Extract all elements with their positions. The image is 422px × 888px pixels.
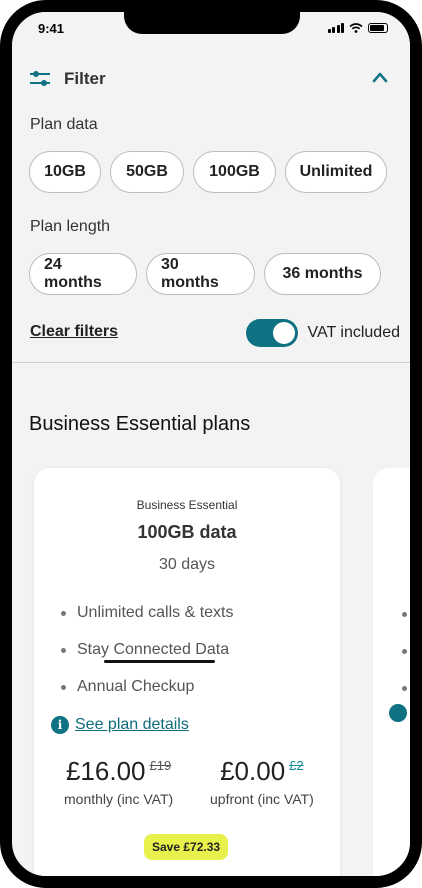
plans-heading: Business Essential plans [29,413,251,435]
chip-10gb[interactable]: 10GB [29,151,101,193]
monthly-price-block: £16.00 £19 monthly (inc VAT) [64,756,173,807]
vat-label: VAT included [307,324,401,341]
plan-details-label: See plan details [75,716,189,733]
chip-50gb[interactable]: 50GB [110,151,184,193]
monthly-old-price: £19 [149,758,172,773]
status-time: 9:41 [38,21,65,36]
peek-bullet [402,649,407,654]
card-title: 100GB data [137,522,237,542]
chip-100gb[interactable]: 100GB [193,151,276,193]
peek-bullet [402,612,407,617]
chip-36-months[interactable]: 36 months [264,253,381,295]
upfront-old-price: £2 [289,758,304,773]
status-bar: 9:41 [12,12,410,46]
underline-mark [104,660,215,663]
info-icon [389,704,407,722]
info-icon: i [51,716,69,734]
upfront-label: upfront (inc VAT) [210,791,314,807]
wifi-icon [349,23,363,33]
filter-sliders-icon [30,71,50,86]
divider [12,362,410,363]
plan-data-label: Plan data [30,116,98,133]
filter-title: Filter [64,69,106,88]
feature-item: Annual Checkup [61,678,234,715]
plan-data-chips: 10GB 50GB 100GB Unlimited [29,151,387,193]
filter-header[interactable]: Filter [28,64,394,94]
vat-toggle[interactable] [245,319,298,347]
notch [124,12,300,34]
peek-bullet [402,686,407,691]
card-eyebrow: Business Essential [136,498,238,512]
feature-item: Unlimited calls & texts [61,604,234,641]
phone-frame: 9:41 Filter Plan data 10GB 50GB 100GB Un… [0,0,422,888]
plan-length-label: Plan length [30,218,111,235]
chevron-up-icon[interactable] [372,71,388,83]
signal-icon [327,23,344,33]
chip-unlimited[interactable]: Unlimited [285,151,387,193]
monthly-label: monthly (inc VAT) [64,791,174,807]
chip-24-months[interactable]: 24 months [29,253,137,295]
plan-card[interactable]: Business Essential 100GB data 30 days Un… [34,468,340,876]
save-badge: Save £72.33 [144,834,229,860]
chip-30-months[interactable]: 30 months [146,253,255,295]
card-duration: 30 days [158,556,216,573]
next-plan-card-peek[interactable] [373,468,410,876]
monthly-price: £16.00 [65,756,146,786]
plan-length-chips: 24 months 30 months 36 months [29,253,381,295]
battery-icon [368,23,388,33]
see-plan-details-link[interactable]: i See plan details [51,716,189,734]
toggle-knob [272,322,295,344]
upfront-price-block: £0.00 £2 upfront (inc VAT) [210,756,314,807]
status-icons [327,23,388,33]
clear-filters-link[interactable]: Clear filters [30,323,118,341]
upfront-price: £0.00 [220,756,286,786]
vat-toggle-group: VAT included [245,319,401,347]
